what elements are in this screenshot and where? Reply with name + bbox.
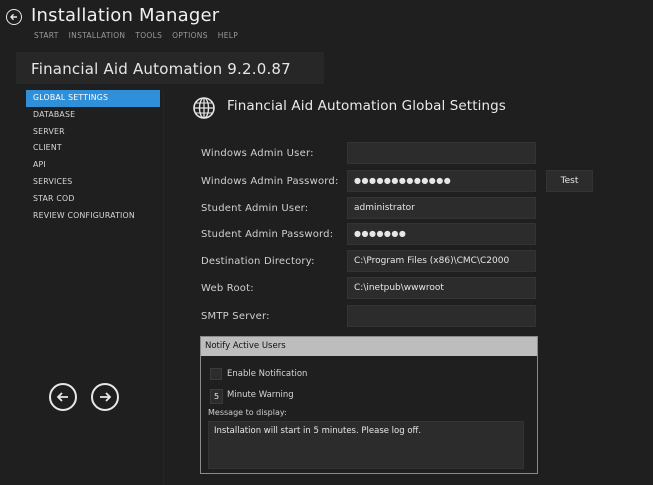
student-admin-user-label: Student Admin User: — [201, 203, 309, 214]
sidebar-item-global-settings[interactable]: GLOBAL SETTINGS — [26, 90, 160, 107]
sidebar-item-services[interactable]: SERVICES — [26, 174, 160, 191]
message-textarea[interactable]: Installation will start in 5 minutes. Pl… — [208, 421, 524, 469]
web-root-field[interactable]: C:\inetpub\wwwroot — [347, 277, 536, 299]
next-button[interactable] — [91, 383, 119, 411]
product-title: Financial Aid Automation 9.2.0.87 — [31, 60, 291, 78]
sidebar-item-star-cod[interactable]: STAR COD — [26, 191, 160, 208]
back-icon[interactable] — [6, 9, 22, 25]
student-admin-user-field[interactable]: administrator — [347, 197, 536, 219]
arrow-left-icon — [56, 392, 68, 402]
menu-item-tools[interactable]: TOOLS — [135, 31, 162, 40]
enable-notification-label: Enable Notification — [227, 369, 308, 379]
menu-item-options[interactable]: OPTIONS — [172, 31, 208, 40]
destination-directory-field[interactable]: C:\Program Files (x86)\CMC\C2000 — [347, 250, 536, 272]
menu-item-help[interactable]: HELP — [218, 31, 238, 40]
sidebar-item-review-configuration[interactable]: REVIEW CONFIGURATION — [26, 208, 160, 225]
windows-admin-user-field[interactable] — [347, 142, 536, 164]
sidebar-item-server[interactable]: SERVER — [26, 124, 160, 141]
smtp-server-field[interactable] — [347, 305, 536, 327]
globe-icon — [193, 97, 215, 119]
student-admin-password-field[interactable]: ●●●●●●● — [347, 223, 536, 245]
notify-group-title: Notify Active Users — [205, 341, 286, 351]
section-title: Financial Aid Automation Global Settings — [227, 98, 506, 114]
sidebar: GLOBAL SETTINGS DATABASE SERVER CLIENT A… — [26, 90, 160, 224]
message-label: Message to display: — [208, 408, 287, 417]
windows-admin-password-label: Windows Admin Password: — [201, 176, 339, 187]
test-button[interactable]: Test — [546, 170, 593, 192]
menu-item-start[interactable]: START — [34, 31, 59, 40]
sidebar-item-api[interactable]: API — [26, 157, 160, 174]
arrow-right-icon — [100, 392, 112, 402]
web-root-label: Web Root: — [201, 283, 254, 294]
windows-admin-password-field[interactable]: ●●●●●●●●●●●●● — [347, 170, 536, 192]
sidebar-item-database[interactable]: DATABASE — [26, 107, 160, 124]
smtp-server-label: SMTP Server: — [201, 311, 270, 322]
app-title: Installation Manager — [31, 5, 220, 26]
destination-directory-label: Destination Directory: — [201, 256, 315, 267]
sidebar-item-client[interactable]: CLIENT — [26, 140, 160, 157]
windows-admin-user-label: Windows Admin User: — [201, 148, 314, 159]
main-menu: START INSTALLATION TOOLS OPTIONS HELP — [34, 31, 248, 40]
minute-warning-field[interactable]: 5 — [210, 389, 223, 404]
minute-warning-label: Minute Warning — [227, 390, 294, 400]
enable-notification-checkbox[interactable] — [210, 368, 222, 380]
student-admin-password-label: Student Admin Password: — [201, 229, 334, 240]
menu-item-installation[interactable]: INSTALLATION — [69, 31, 126, 40]
panel-divider — [163, 90, 164, 485]
previous-button[interactable] — [49, 383, 77, 411]
